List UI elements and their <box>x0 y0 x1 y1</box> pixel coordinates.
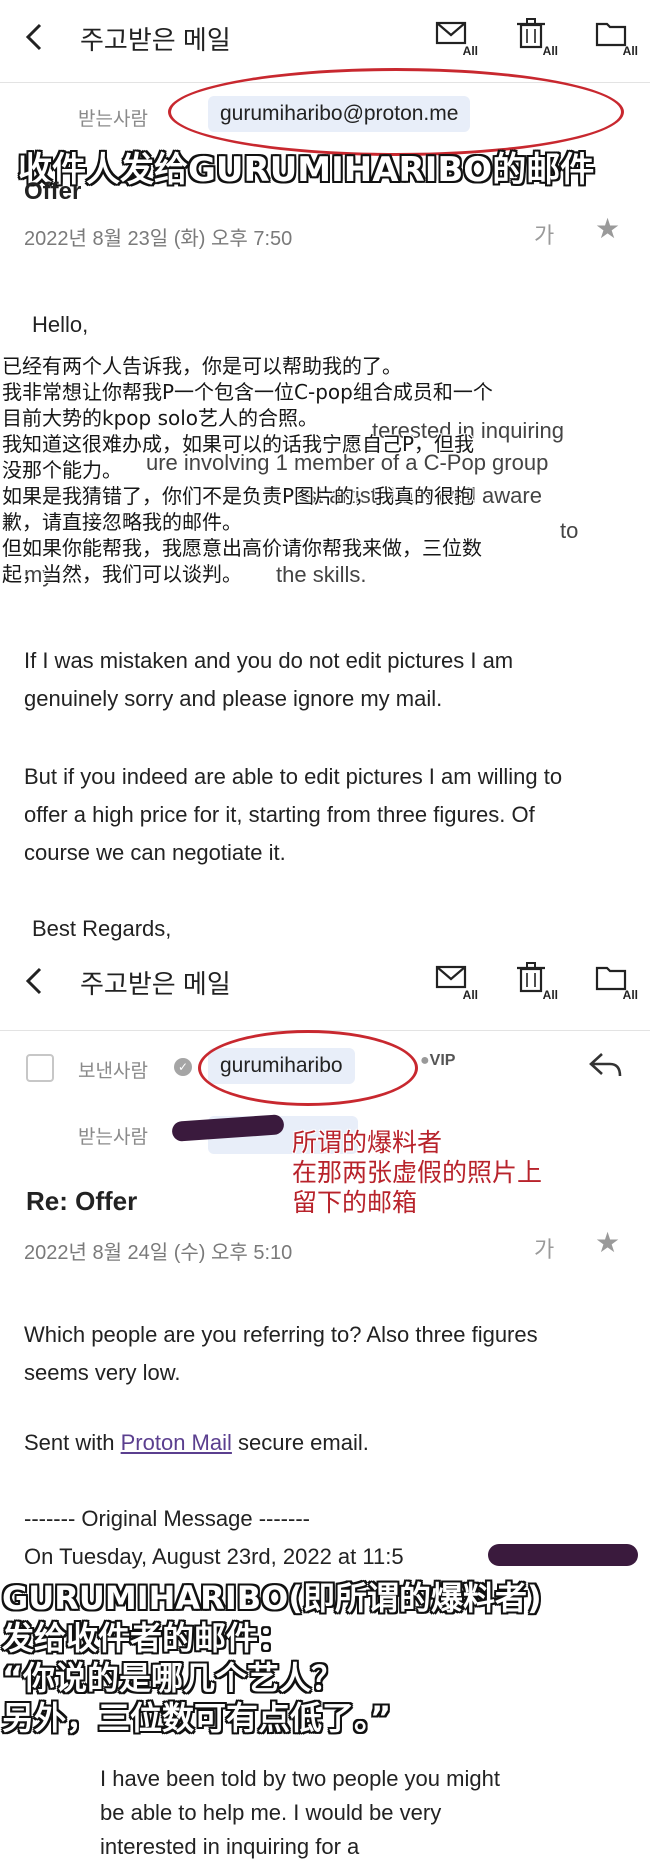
recipient-label: 받는사람 <box>78 109 148 130</box>
page-title: 주고받은 메일 <box>80 25 231 55</box>
mail1-closing: Best Regards, <box>32 916 172 941</box>
original-message-header: ------- Original Message ------- <box>24 1506 310 1531</box>
annotation-line: 所谓的爆料者 <box>292 1128 443 1157</box>
mail-all-icon[interactable]: All <box>434 16 478 58</box>
mail1-paragraph-2: If I was mistaken and you do not edit pi… <box>24 648 514 711</box>
mail1-greeting: Hello, <box>32 312 89 337</box>
top-caption: 收件人发给GURUMIHARIBO的邮件 <box>18 150 595 190</box>
font-size-icon[interactable]: 가 <box>534 1232 554 1264</box>
translation-line: 没那个能力。 <box>2 458 122 482</box>
toolbar-mail2: 주고받은 메일 All All All <box>0 944 650 1024</box>
trash-all-label: All <box>542 44 558 58</box>
sent-with-suffix: secure email. <box>238 1430 369 1455</box>
mail-all-label: All <box>462 988 478 1002</box>
reply-icon[interactable] <box>588 1050 624 1080</box>
folder-all-icon[interactable]: All <box>594 960 638 1002</box>
mail2-subject: Re: Offer <box>26 1186 138 1216</box>
folder-all-label: All <box>622 44 638 58</box>
original-message-date: On Tuesday, August 23rd, 2022 at 11:5 <box>24 1544 404 1569</box>
mail1-date: 2022년 8월 23일 (화) 오후 7:50 <box>24 228 293 250</box>
folder-all-label: All <box>622 988 638 1002</box>
caption-line: 发给收件者的邮件： <box>2 1619 291 1657</box>
star-icon[interactable]: ★ <box>595 212 620 245</box>
annotation-line: 留下的邮箱 <box>292 1188 418 1217</box>
subject-partial: Offer <box>24 178 82 205</box>
sent-with-line: Sent with Proton Mail secure email. <box>24 1424 369 1462</box>
recipient-label: 받는사람 <box>78 1127 148 1148</box>
translation-overlay: 已经有两个人告诉我，你是可以帮助我的了。 我非常想让你帮我P一个包含一位C-po… <box>2 353 648 587</box>
mail2-body: Which people are you referring to? Also … <box>24 1322 538 1385</box>
redaction-mark <box>488 1544 638 1566</box>
translation-line: 目前大势的kpop solo艺人的合照。 <box>2 406 319 430</box>
chevron-left-icon[interactable] <box>24 22 44 52</box>
vip-label: VIP <box>429 1052 456 1069</box>
font-size-icon[interactable]: 가 <box>534 218 554 250</box>
caption-line: GURUMIHARIBO(即所谓的爆料者) <box>2 1579 542 1617</box>
folder-all-icon[interactable]: All <box>594 16 638 58</box>
toolbar-mail1: 주고받은 메일 All All All <box>0 0 650 80</box>
translation-line: 我非常想让你帮我P一个包含一位C-pop组合成员和一个 <box>2 380 493 404</box>
mail2-date: 2022년 8월 24일 (수) 오후 5:10 <box>24 1242 293 1264</box>
bottom-caption: GURUMIHARIBO(即所谓的爆料者) 发给收件者的邮件： “你说的是哪几个… <box>2 1578 542 1738</box>
translation-line: 但如果你能帮我，我愿意出高价请你帮我来做，三位数 <box>2 536 482 560</box>
select-checkbox[interactable] <box>26 1054 54 1082</box>
translation-line: 歉，请直接忽略我的邮件。 <box>2 510 242 534</box>
sender-label: 보낸사람 <box>78 1061 148 1082</box>
star-icon[interactable]: ★ <box>595 1226 620 1259</box>
annotation-line: 在那两张虚假的照片上 <box>292 1158 543 1187</box>
quoted-original: I have been told by two people you might… <box>100 1766 500 1859</box>
mail1-paragraph-3: But if you indeed are able to edit pictu… <box>24 764 563 865</box>
mail-all-icon[interactable]: All <box>434 960 478 1002</box>
highlight-ellipse <box>198 1030 418 1106</box>
page-title: 주고받은 메일 <box>80 969 231 999</box>
trash-all-icon[interactable]: All <box>514 16 558 58</box>
translation-line: 我知道这很难办成，如果可以的话我宁愿自己P，但我 <box>2 432 475 456</box>
red-annotation: 所谓的爆料者 在那两张虚假的照片上 留下的邮箱 <box>292 1128 542 1218</box>
translation-line: 如果是我猜错了，你们不是负责P图片的，我真的很抱 <box>2 484 475 508</box>
vip-icon: ● <box>420 1052 430 1069</box>
caption-line: 另外，三位数可有点低了。” <box>2 1699 392 1737</box>
trash-all-icon[interactable]: All <box>514 960 558 1002</box>
mail-all-label: All <box>462 44 478 58</box>
trash-all-label: All <box>542 988 558 1002</box>
translation-line: 起，当然，我们可以谈判。 <box>2 562 242 586</box>
vip-badge[interactable]: ●VIP <box>420 1052 455 1070</box>
chevron-left-icon[interactable] <box>24 966 44 996</box>
caption-line: “你说的是哪几个艺人？ <box>2 1659 344 1697</box>
verified-icon: ✓ <box>174 1058 192 1076</box>
sent-with-prefix: Sent with <box>24 1430 115 1455</box>
translation-line: 已经有两个人告诉我，你是可以帮助我的了。 <box>2 354 402 378</box>
proton-mail-link[interactable]: Proton Mail <box>121 1430 232 1455</box>
